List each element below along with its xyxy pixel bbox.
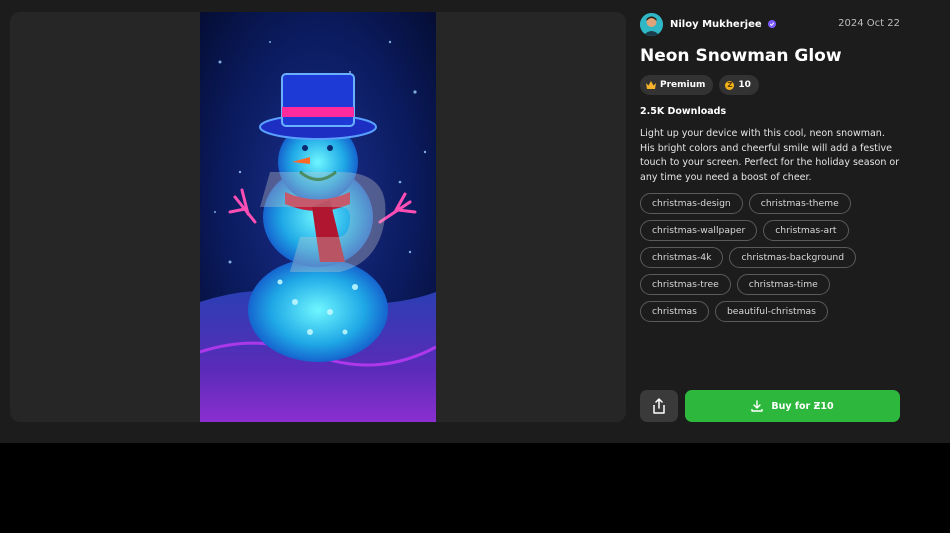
download-icon: [751, 400, 764, 412]
premium-label: Premium: [660, 80, 706, 90]
tag-chip[interactable]: christmas-time: [736, 274, 830, 295]
tag-chip[interactable]: christmas-4k: [640, 247, 724, 268]
page-title: Neon Snowman Glow: [640, 46, 842, 66]
share-button[interactable]: [640, 390, 678, 422]
tag-chip[interactable]: beautiful-christmas: [714, 301, 828, 322]
coin-icon: Z: [725, 80, 735, 90]
share-icon: [653, 398, 665, 414]
premium-badge: Premium: [640, 75, 714, 95]
buy-button[interactable]: Buy for Ƶ10: [685, 390, 900, 422]
tag-chip[interactable]: christmas-design: [640, 193, 743, 214]
tag-chip[interactable]: christmas-art: [763, 220, 849, 241]
badge-row: Premium Z 10: [640, 75, 759, 95]
tag-chip[interactable]: christmas-wallpaper: [640, 220, 758, 241]
crown-icon: [646, 81, 656, 89]
price-label: 10: [738, 80, 751, 90]
description: Light up your device with this cool, neo…: [640, 128, 900, 184]
author-row[interactable]: Niloy Mukherjee: [640, 12, 776, 36]
price-badge: Z 10: [719, 75, 759, 95]
publish-date: 2024 Oct 22: [838, 18, 900, 29]
tag-list: christmas-design christmas-theme christm…: [640, 193, 902, 322]
tag-chip[interactable]: christmas: [640, 301, 709, 322]
tag-chip[interactable]: christmas-theme: [748, 193, 851, 214]
tag-chip[interactable]: christmas-background: [729, 247, 857, 268]
wallpaper-detail-view: Niloy Mukherjee 2024 Oct 22 Neon Snowman…: [0, 0, 950, 443]
verified-badge-icon: [767, 20, 776, 28]
buy-label: Buy for Ƶ10: [771, 400, 834, 412]
details-panel: Niloy Mukherjee 2024 Oct 22 Neon Snowman…: [640, 12, 900, 422]
author-name[interactable]: Niloy Mukherjee: [670, 19, 762, 30]
download-count: 2.5K Downloads: [640, 106, 727, 117]
wallpaper-image[interactable]: [200, 12, 436, 422]
tag-chip[interactable]: christmas-tree: [640, 274, 731, 295]
avatar[interactable]: [640, 12, 663, 36]
preview-panel: [10, 12, 626, 422]
